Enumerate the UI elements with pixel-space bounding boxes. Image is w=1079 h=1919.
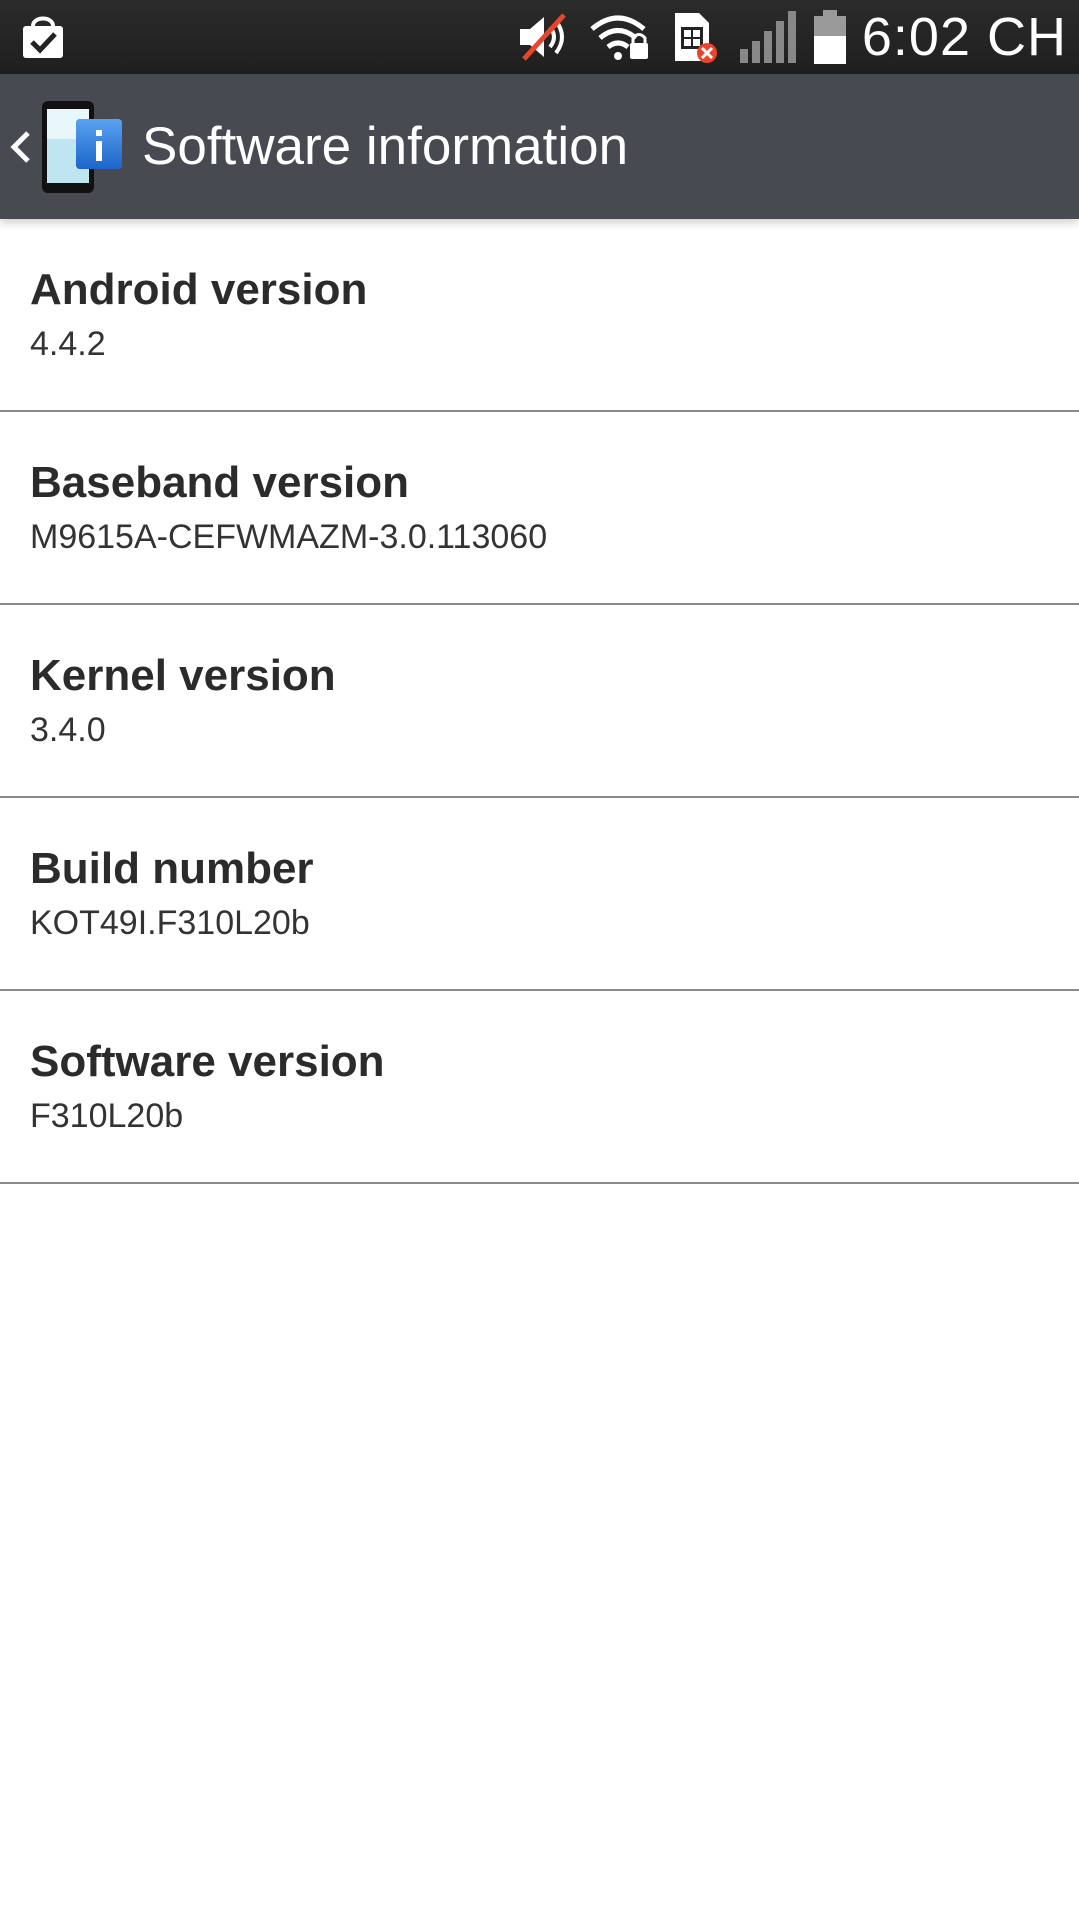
status-bar: 6:02 CH (0, 0, 1079, 74)
phone-info-icon (42, 100, 122, 193)
shopping-bag-check-icon (23, 16, 63, 58)
list-item-software-version: Software version F310L20b (0, 991, 1079, 1184)
software-info-list: Android version 4.4.2 Baseband version M… (0, 219, 1079, 1184)
item-title: Build number (30, 844, 314, 893)
item-value: KOT49I.F310L20b (30, 904, 310, 942)
action-bar: Software information (0, 74, 1079, 219)
item-value: F310L20b (30, 1097, 184, 1135)
item-title: Kernel version (30, 651, 336, 700)
list-item-baseband-version: Baseband version M9615A-CEFWMAZM-3.0.113… (0, 412, 1079, 605)
item-value: 4.4.2 (30, 325, 106, 363)
list-item-build-number[interactable]: Build number KOT49I.F310L20b (0, 798, 1079, 991)
clock: 6:02 CH (861, 7, 1067, 67)
back-button[interactable] (0, 74, 135, 219)
item-title: Software version (30, 1037, 385, 1086)
sim-error-icon (662, 9, 726, 65)
chevron-left-icon (10, 130, 30, 163)
signal-icon (736, 9, 800, 65)
item-title: Android version (30, 265, 368, 314)
list-item-kernel-version: Kernel version 3.4.0 (0, 605, 1079, 798)
battery-icon (810, 9, 850, 65)
item-value: M9615A-CEFWMAZM-3.0.113060 (30, 518, 548, 556)
status-icons: 6:02 CH (504, 0, 1067, 74)
wifi-lock-icon (588, 9, 652, 65)
item-title: Baseband version (30, 458, 410, 507)
mute-icon (514, 9, 578, 65)
item-value: 3.4.0 (30, 711, 106, 749)
page-title: Software information (142, 117, 629, 176)
list-item-android-version[interactable]: Android version 4.4.2 (0, 219, 1079, 412)
